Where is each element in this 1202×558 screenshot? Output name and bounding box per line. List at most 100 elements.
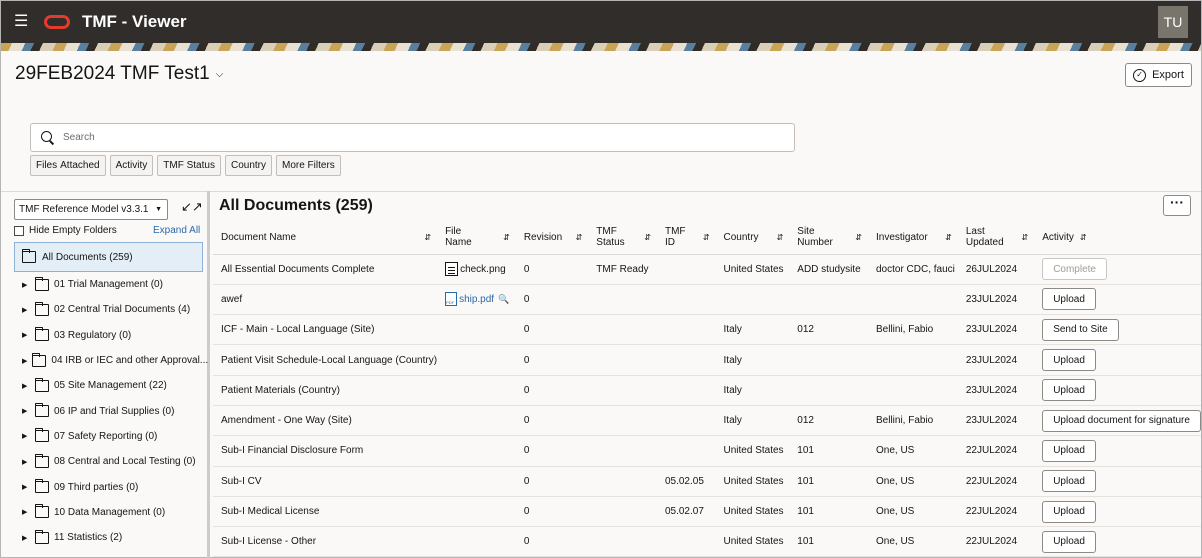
tree-folder-item[interactable]: ▶ 04 IRB or IEC and other Approval... (14, 348, 208, 373)
tree-folder-item[interactable]: ▶ 09 Third parties (0) (14, 474, 203, 499)
user-avatar[interactable]: TU (1158, 6, 1188, 38)
preview-search-icon[interactable]: 🔍 (498, 294, 509, 305)
file-name[interactable]: ship.pdf (459, 294, 494, 305)
cell-site-number: 012 (789, 405, 868, 437)
chevron-down-icon: ⌵ (215, 68, 224, 80)
col-tmf-status[interactable]: TMF Status ⇵ (588, 221, 657, 255)
expand-triangle-icon[interactable]: ▶ (22, 432, 30, 440)
filter-activity[interactable]: Activity (109, 155, 154, 176)
activity-button[interactable]: Upload document for signature (1042, 409, 1201, 432)
documents-table: Document Name ⇵ File Name ⇵ Revision ⇵ TMF St… (213, 221, 1201, 558)
col-country[interactable]: Country ⇵ (715, 221, 790, 255)
table-row[interactable]: Amendment - One Way (Site) 0 Italy 012 Belli… (213, 405, 1201, 437)
table-row[interactable]: Sub-I CV 0 05.02.05 United States 101 One, US… (213, 466, 1201, 497)
search-bar[interactable] (30, 123, 795, 152)
tree-folder-item[interactable]: ▶ 10 Data Management (0) (14, 500, 203, 525)
export-button[interactable]: ✓ Export (1125, 63, 1192, 87)
table-row[interactable]: Sub-I Medical License 0 05.02.07 United Sta… (213, 496, 1201, 528)
table-row[interactable]: awef ship.pdf 🔍 0 23JUL2024 Upload (213, 284, 1201, 316)
cell-activity: Upload (1034, 435, 1201, 467)
cell-country: United States (715, 466, 790, 497)
filter-country[interactable]: Country (224, 155, 272, 176)
col-tmf-id[interactable]: TMF ID ⇵ (656, 221, 716, 255)
filter-files-value: Attached (60, 160, 100, 171)
cell-file-name: check.png (437, 254, 516, 285)
cell-revision: 0 (515, 496, 589, 528)
table-row[interactable]: ICF - Main - Local Language (Site) 0 Italy… (213, 314, 1201, 346)
tree-root-all-documents[interactable]: All Documents (259) (14, 242, 203, 272)
expand-triangle-icon[interactable]: ▶ (22, 281, 30, 289)
cell-last-updated: 23JUL2024 (957, 344, 1035, 376)
expand-triangle-icon[interactable]: ▶ (22, 508, 30, 516)
menu-icon[interactable]: ☰ (14, 14, 28, 30)
activity-button[interactable]: Upload (1042, 500, 1096, 523)
tree-folder-item[interactable]: ▶ 03 Regulatory (0) (14, 323, 203, 348)
filter-files-attached[interactable]: Files Attached (30, 155, 106, 176)
activity-button[interactable]: Upload (1042, 379, 1096, 402)
cell-document-name: Patient Visit Schedule-Local Language (C… (213, 344, 438, 376)
expand-triangle-icon[interactable]: ▶ (22, 306, 30, 314)
tree-folder-label: 01 Trial Management (0) (54, 279, 163, 291)
col-document-name[interactable]: Document Name ⇵ (213, 221, 438, 255)
activity-button[interactable]: Send to Site (1042, 318, 1119, 341)
activity-button[interactable]: Upload (1042, 439, 1096, 462)
reference-model-select[interactable]: TMF Reference Model v3.3.1 ▼ (14, 199, 168, 220)
activity-button[interactable]: Complete (1042, 258, 1107, 281)
col-activity[interactable]: Activity ⇵ (1034, 221, 1201, 255)
tree-folder-item[interactable]: ▶ 06 IP and Trial Supplies (0) (14, 398, 203, 423)
tree-folder-item[interactable]: ▶ 07 Safety Reporting (0) (14, 424, 203, 449)
expand-triangle-icon[interactable]: ▶ (22, 357, 27, 365)
cell-tmf-id (656, 284, 716, 316)
hide-empty-folders-checkbox[interactable]: Hide Empty Folders (14, 225, 117, 236)
expand-triangle-icon[interactable]: ▶ (22, 534, 30, 542)
table-row[interactable]: Sub-I License - Other 0 United States 101 On… (213, 526, 1201, 558)
study-title-dropdown[interactable]: 29FEB2024 TMF Test1 ⌵ (15, 63, 223, 85)
table-row[interactable]: All Essential Documents Complete check.pn… (213, 254, 1201, 285)
table-row[interactable]: Sub-I Financial Disclosure Form 0 United S… (213, 435, 1201, 467)
col-last-updated[interactable]: Last Updated ⇵ (957, 221, 1035, 255)
activity-button[interactable]: Upload (1042, 470, 1096, 493)
tree-folder-label: 05 Site Management (22) (54, 380, 167, 392)
sort-icon: ⇵ (424, 232, 432, 242)
tree-folder-label: 08 Central and Local Testing (0) (54, 456, 196, 468)
expand-triangle-icon[interactable]: ▶ (22, 382, 30, 390)
expand-triangle-icon[interactable]: ▶ (22, 458, 30, 466)
tree-folder-item[interactable]: ▶ 02 Central Trial Documents (4) (14, 297, 203, 322)
filter-more[interactable]: More Filters (275, 155, 341, 176)
folder-icon (35, 327, 49, 342)
filter-tmf-status[interactable]: TMF Status (157, 155, 221, 176)
col-site-number[interactable]: Site Number ⇵ (789, 221, 868, 255)
search-input[interactable] (63, 132, 763, 143)
cell-revision: 0 (515, 466, 589, 497)
expand-triangle-icon[interactable]: ▶ (22, 407, 30, 415)
tree-folder-item[interactable]: ▶ 11 Statistics (2) (14, 525, 203, 550)
collapse-icon[interactable]: ↙↗ (181, 199, 203, 215)
activity-button[interactable]: Upload (1042, 288, 1096, 311)
expand-triangle-icon[interactable]: ▶ (22, 331, 30, 339)
tree-folder-item[interactable]: ▶ 08 Central and Local Testing (0) (14, 449, 203, 474)
cell-site-number (789, 344, 868, 376)
activity-button[interactable]: Upload (1042, 349, 1096, 372)
sort-icon: ⇵ (702, 232, 710, 242)
cell-revision: 0 (515, 526, 589, 558)
col-file-name[interactable]: File Name ⇵ (437, 221, 516, 255)
col-investigator[interactable]: Investigator ⇵ (867, 221, 958, 255)
panel-splitter[interactable] (207, 191, 210, 558)
cell-site-number: 101 (789, 435, 868, 467)
table-row[interactable]: Patient Visit Schedule-Local Language (C… (213, 344, 1201, 376)
cell-activity: Upload (1034, 496, 1201, 528)
expand-triangle-icon[interactable]: ▶ (22, 483, 30, 491)
more-actions-button[interactable]: ··· (1163, 195, 1191, 216)
folder-icon (22, 249, 36, 263)
tree-folder-item[interactable]: ▶ 01 Trial Management (0) (14, 272, 203, 297)
cell-revision: 0 (515, 375, 589, 406)
tree-folder-item[interactable]: ▶ 05 Site Management (22) (14, 373, 203, 398)
cell-investigator (867, 284, 958, 316)
col-revision[interactable]: Revision ⇵ (515, 221, 589, 255)
activity-button[interactable]: Upload (1042, 530, 1096, 553)
table-row[interactable]: Patient Materials (Country) 0 Italy 23JUL20… (213, 375, 1201, 406)
expand-all-link[interactable]: Expand All (153, 225, 200, 236)
file-name[interactable]: check.png (460, 264, 506, 275)
cell-last-updated: 22JUL2024 (957, 526, 1035, 558)
sort-icon: ⇵ (1079, 232, 1087, 242)
